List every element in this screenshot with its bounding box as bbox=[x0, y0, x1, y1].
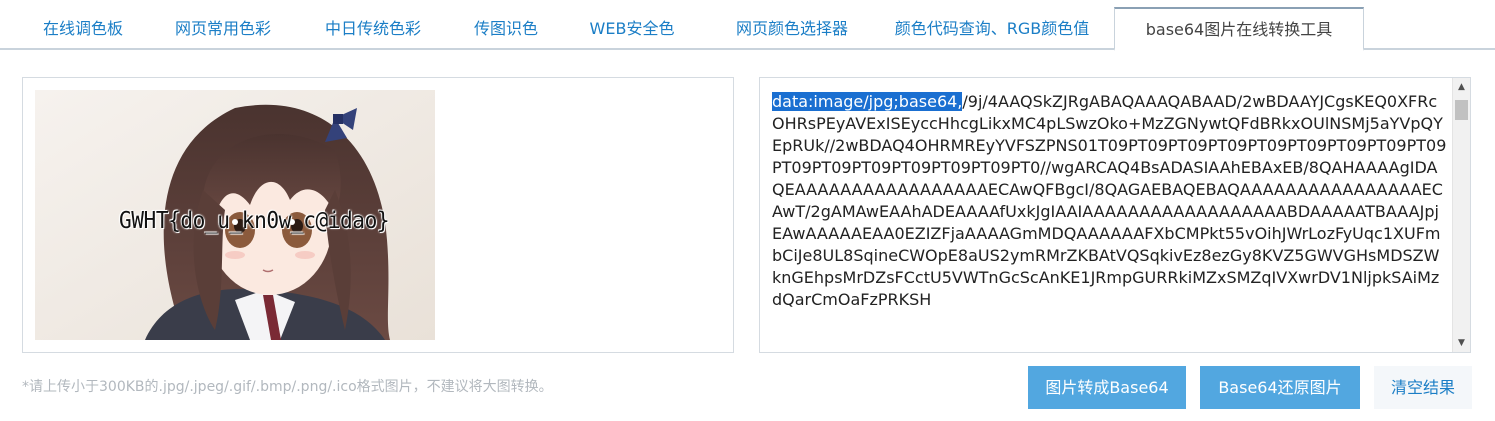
tab-image-color-picker[interactable]: 传图识色 bbox=[456, 8, 556, 50]
clear-results-button[interactable]: 清空结果 bbox=[1374, 366, 1472, 409]
image-to-base64-button[interactable]: 图片转成Base64 bbox=[1028, 366, 1186, 409]
base64-to-image-button[interactable]: Base64还原图片 bbox=[1200, 366, 1360, 409]
upload-hint: *请上传小于300KB的.jpg/.jpeg/.gif/.bmp/.png/.i… bbox=[22, 379, 553, 395]
tab-web-safe-colors[interactable]: WEB安全色 bbox=[576, 8, 688, 50]
image-upload-panel[interactable]: GWHT{do_u_kn0w_c@idao} bbox=[22, 77, 734, 353]
base64-content: /9j/4AAQSkZJRgABAQAAAQABAAD/2wBDAAYJCgsK… bbox=[772, 92, 1447, 309]
vertical-scrollbar[interactable]: ▲ ▼ bbox=[1452, 78, 1470, 352]
image-preview: GWHT{do_u_kn0w_c@idao} bbox=[35, 90, 435, 340]
tab-bar: 在线调色板 网页常用色彩 中日传统色彩 传图识色 WEB安全色 网页颜色选择器 … bbox=[0, 7, 1495, 51]
scroll-thumb[interactable] bbox=[1455, 100, 1468, 120]
tab-web-common-colors[interactable]: 网页常用色彩 bbox=[160, 8, 286, 50]
selected-data-uri-prefix: data:image/jpg;base64, bbox=[772, 92, 963, 111]
tab-color-code-lookup[interactable]: 颜色代码查询、RGB颜色值 bbox=[880, 8, 1104, 50]
base64-output-textarea[interactable]: data:image/jpg;base64,/9j/4AAQSkZJRgABAQ… bbox=[759, 77, 1471, 353]
tab-color-palette[interactable]: 在线调色板 bbox=[22, 8, 144, 50]
tab-web-color-selector[interactable]: 网页颜色选择器 bbox=[710, 8, 874, 50]
base64-text[interactable]: data:image/jpg;base64,/9j/4AAQSkZJRgABAQ… bbox=[772, 91, 1448, 311]
tab-base64-image-tool[interactable]: base64图片在线转换工具 bbox=[1114, 7, 1364, 51]
scroll-down-arrow-icon[interactable]: ▼ bbox=[1453, 334, 1470, 352]
scroll-up-arrow-icon[interactable]: ▲ bbox=[1453, 78, 1470, 96]
tab-cn-jp-traditional-colors[interactable]: 中日传统色彩 bbox=[308, 8, 438, 50]
flag-text-overlay: GWHT{do_u_kn0w_c@idao} bbox=[119, 208, 390, 234]
